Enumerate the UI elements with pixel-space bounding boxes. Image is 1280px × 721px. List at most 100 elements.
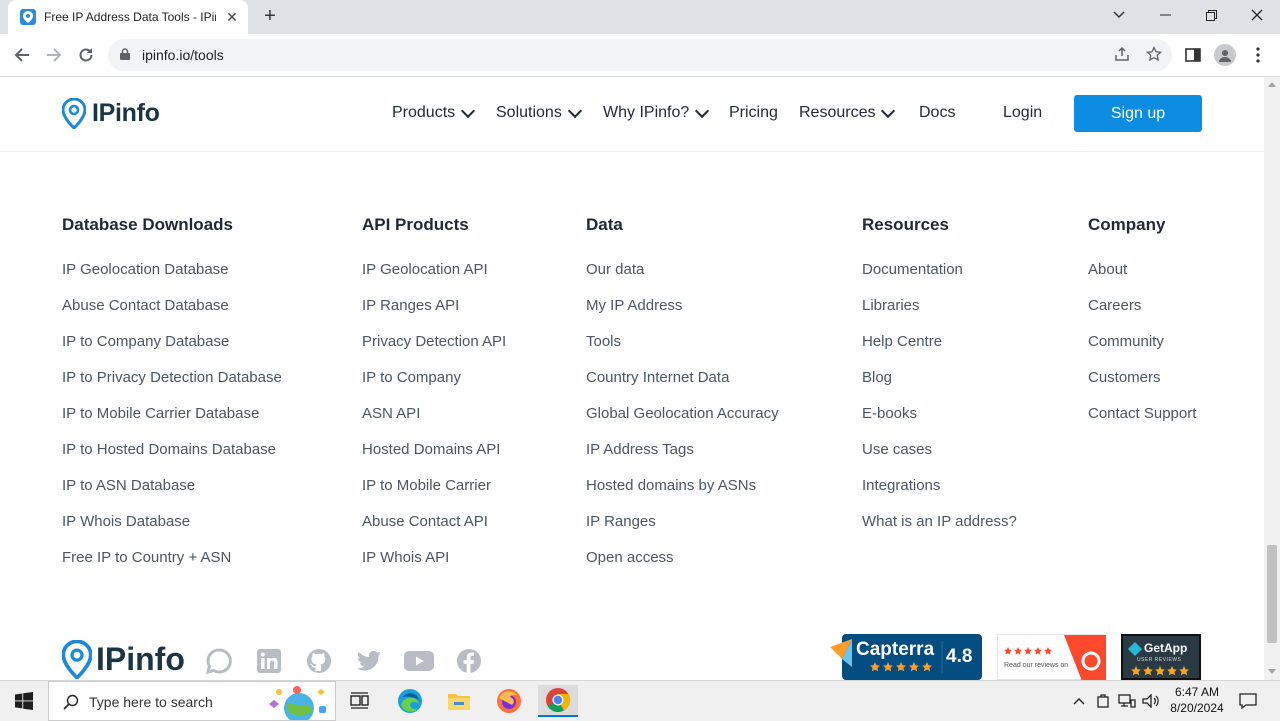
footer-link[interactable]: Contact Support (1088, 405, 1196, 422)
footer-link[interactable]: IP Whois Database (62, 513, 190, 530)
nav-why-ipinfo[interactable]: Why IPinfo? (603, 103, 710, 122)
footer-link[interactable]: Hosted Domains API (362, 441, 500, 458)
new-tab-button[interactable]: + (260, 6, 280, 26)
nav-solutions[interactable]: Solutions (496, 103, 582, 122)
footer-link[interactable]: Privacy Detection API (362, 333, 506, 350)
g2-badge[interactable]: Read our reviews on (997, 634, 1106, 680)
footer-link[interactable]: Integrations (862, 477, 940, 494)
footer-link[interactable]: IP to Mobile Carrier (362, 477, 491, 494)
bookmark-star-icon[interactable] (1145, 45, 1163, 64)
footer-logo[interactable]: IPinfo (62, 640, 185, 679)
login-label: Login (1003, 104, 1043, 121)
network-icon[interactable] (1115, 685, 1139, 717)
footer-link[interactable]: Free IP to Country + ASN (62, 549, 231, 566)
footer-link[interactable]: E-books (862, 405, 917, 422)
footer-link[interactable]: Careers (1088, 297, 1141, 314)
taskbar-clock[interactable]: 6:47 AM 8/20/2024 (1162, 684, 1232, 716)
footer-link[interactable]: IP to Company (362, 369, 461, 386)
facebook-icon[interactable] (456, 648, 482, 674)
reload-icon[interactable] (74, 43, 98, 67)
footer-link[interactable]: IP to Mobile Carrier Database (62, 405, 259, 422)
footer-link[interactable]: Customers (1088, 369, 1161, 386)
profile-avatar-icon[interactable] (1214, 44, 1236, 66)
tab-strip: Free IP Address Data Tools - IPinfo ✕ + (0, 0, 1280, 34)
footer-link[interactable]: My IP Address (586, 297, 682, 314)
footer-link[interactable]: ASN API (362, 405, 420, 422)
browser-menu-icon[interactable] (1247, 44, 1269, 66)
minimize-button[interactable] (1142, 0, 1188, 30)
scrollbar-thumb[interactable] (1267, 545, 1277, 643)
getapp-sub: USER REVIEWS (1137, 657, 1182, 663)
scroll-down-icon[interactable] (1268, 669, 1276, 674)
address-bar[interactable]: ipinfo.io/tools (108, 39, 1172, 71)
footer-link[interactable]: IP to Company Database (62, 333, 229, 350)
footer-link[interactable]: Blog (862, 369, 892, 386)
footer-link[interactable]: Country Internet Data (586, 369, 729, 386)
footer-link[interactable]: IP to ASN Database (62, 477, 195, 494)
firefox-icon[interactable] (489, 685, 529, 717)
show-hidden-icons-icon[interactable] (1062, 685, 1096, 717)
github-icon[interactable] (306, 648, 332, 674)
capterra-badge[interactable]: Capterra 4.8 (830, 633, 982, 680)
nav-pricing[interactable]: Pricing (729, 104, 778, 122)
share-icon[interactable] (1113, 46, 1131, 64)
back-icon[interactable] (10, 43, 34, 67)
notifications-icon[interactable] (1234, 685, 1262, 717)
tab-close-icon[interactable]: ✕ (224, 9, 240, 26)
header-logo[interactable]: IPinfo (62, 98, 160, 129)
getapp-badge[interactable]: GetApp USER REVIEWS (1121, 634, 1201, 680)
footer-link[interactable]: IP Ranges API (362, 297, 459, 314)
footer-link[interactable]: Open access (586, 549, 674, 566)
footer-link[interactable]: Community (1088, 333, 1164, 350)
tab-search-chevron-icon[interactable] (1096, 0, 1142, 30)
search-highlight-icon (269, 686, 326, 720)
task-view-icon[interactable] (340, 685, 380, 717)
nav-why-ipinfo-label: Why IPinfo? (603, 104, 690, 121)
forward-icon[interactable] (42, 43, 66, 67)
footer-link[interactable]: IP Ranges (586, 513, 656, 530)
footer-link[interactable]: Tools (586, 333, 621, 350)
signup-button[interactable]: Sign up (1074, 95, 1202, 132)
security-tray-icon[interactable] (1092, 685, 1114, 717)
footer-link[interactable]: IP Geolocation API (362, 261, 488, 278)
chrome-taskbar-icon[interactable] (538, 685, 578, 717)
nav-docs[interactable]: Docs (919, 104, 955, 122)
restore-button[interactable] (1188, 0, 1234, 30)
footer-link[interactable]: Abuse Contact Database (62, 297, 229, 314)
footer-link[interactable]: IP Whois API (362, 549, 449, 566)
windows-start-icon[interactable] (4, 685, 44, 717)
footer-link[interactable]: What is an IP address? (862, 513, 1017, 530)
capterra-score: 4.8 (946, 646, 973, 667)
clock-time: 6:47 AM (1174, 685, 1220, 699)
scroll-up-icon[interactable] (1268, 82, 1276, 87)
footer-link[interactable]: Documentation (862, 261, 963, 278)
taskbar: Type here to search 6:47 AM 8/20/2024 (0, 680, 1280, 721)
taskbar-search[interactable]: Type here to search (48, 681, 336, 721)
footer-link[interactable]: Use cases (862, 441, 932, 458)
footer-link[interactable]: Libraries (862, 297, 920, 314)
volume-icon[interactable] (1139, 685, 1163, 717)
file-explorer-icon[interactable] (439, 685, 479, 717)
footer-link[interactable]: IP to Privacy Detection Database (62, 369, 282, 386)
footer-link[interactable]: Abuse Contact API (362, 513, 488, 530)
linkedin-icon[interactable] (256, 648, 282, 674)
footer-link[interactable]: IP to Hosted Domains Database (62, 441, 276, 458)
footer-link[interactable]: Our data (586, 261, 644, 278)
footer-link[interactable]: IP Address Tags (586, 441, 694, 458)
footer-link[interactable]: Help Centre (862, 333, 942, 350)
edge-icon[interactable] (390, 685, 430, 717)
login-link[interactable]: Login (1003, 104, 1042, 122)
youtube-icon[interactable] (403, 648, 435, 674)
side-panel-icon[interactable] (1182, 44, 1204, 66)
nav-resources[interactable]: Resources (799, 103, 896, 122)
footer-link[interactable]: Global Geolocation Accuracy (586, 405, 779, 422)
footer-link[interactable]: IP Geolocation Database (62, 261, 229, 278)
twitter-icon[interactable] (356, 648, 382, 674)
chat-icon[interactable] (206, 648, 232, 674)
footer-link[interactable]: About (1088, 261, 1127, 278)
page-scrollbar[interactable] (1264, 77, 1280, 680)
footer-link[interactable]: Hosted domains by ASNs (586, 477, 756, 494)
nav-products[interactable]: Products (392, 103, 476, 122)
browser-tab[interactable]: Free IP Address Data Tools - IPinfo ✕ (8, 0, 248, 34)
close-window-button[interactable] (1234, 0, 1280, 30)
